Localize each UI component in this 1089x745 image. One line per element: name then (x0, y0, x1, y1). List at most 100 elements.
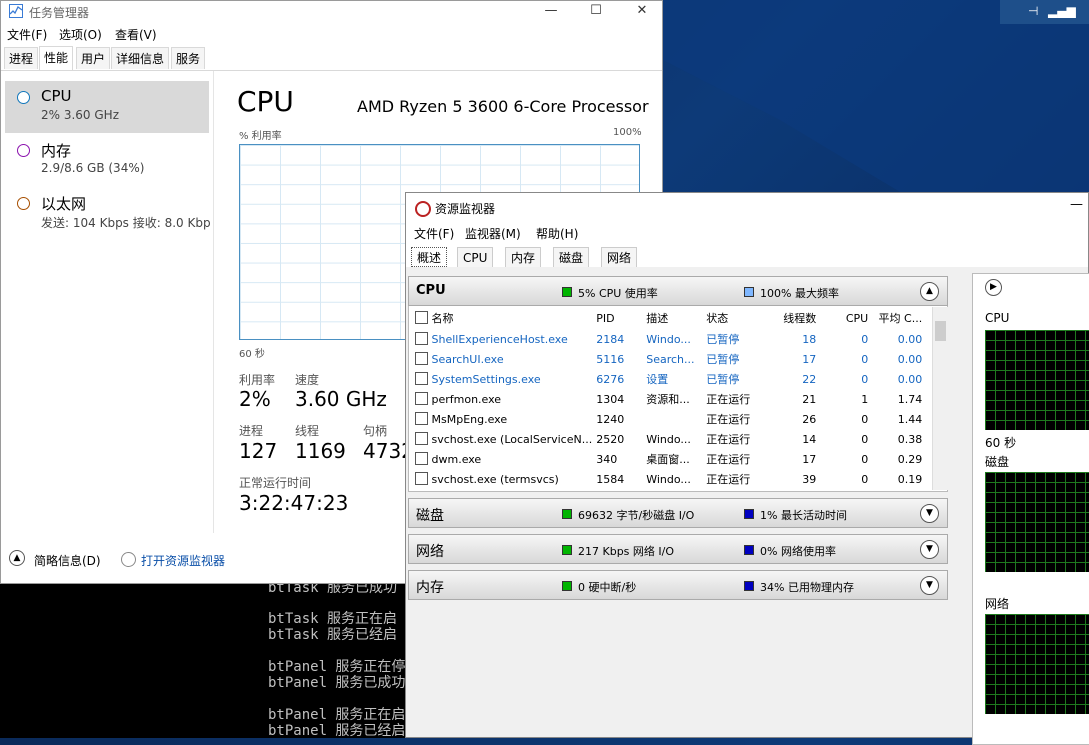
table-row[interactable]: SearchUI.exe 5116 Search... 已暂停 17 0 0.00 (413, 349, 924, 369)
resource-memory[interactable]: 内存 2.9/8.6 GB (34%) (5, 134, 209, 186)
row-checkbox[interactable] (415, 432, 428, 445)
menu-view[interactable]: 查看(V) (115, 26, 157, 43)
table-row[interactable]: svchost.exe (termsvcs) 1584 Windo... 正在运行 39… (413, 469, 924, 489)
cpu-section: CPU 5% CPU 使用率 100% 最大频率 ▲ 名称 PID 描述 状态 … (408, 276, 948, 492)
process-name-cell[interactable]: SearchUI.exe (413, 349, 594, 369)
cpu-section-header[interactable]: CPU 5% CPU 使用率 100% 最大频率 ▲ (408, 276, 948, 306)
open-resource-monitor-link[interactable]: 打开资源监视器 (141, 552, 225, 569)
tab-performance[interactable]: 性能 (39, 46, 74, 70)
remote-desktop-bar[interactable]: ⊣ ▂▄▆ (1000, 0, 1089, 24)
mem-usage-text: 34% 已用物理内存 (760, 581, 854, 594)
menu-bar: 文件(F) 选项(O) 查看(V) (1, 23, 662, 43)
row-checkbox[interactable] (415, 332, 428, 345)
select-all-checkbox[interactable] (415, 311, 428, 324)
process-label: 进程 (239, 424, 264, 438)
threads-cell: 39 (802, 472, 817, 486)
avg-cpu-cell: 1.44 (897, 412, 923, 426)
process-name-cell[interactable]: SystemSettings.exe (413, 369, 594, 389)
status-cell: 正在运行 (706, 393, 751, 406)
menu-help[interactable]: 帮助(H) (536, 225, 578, 242)
uptime-label: 正常运行时间 (239, 476, 312, 490)
pid-cell: 2184 (596, 332, 625, 346)
table-row[interactable]: dwm.exe 340 桌面窗... 正在运行 17 0 0.29 (413, 449, 924, 469)
uptime-value: 3:22:47:23 (239, 491, 349, 515)
row-checkbox[interactable] (415, 352, 428, 365)
column-avg-cpu[interactable]: 平均 C... (870, 307, 924, 329)
memory-section-header[interactable]: 内存 0 硬中断/秒 34% 已用物理内存 ▼ (408, 570, 948, 600)
maximize-button[interactable]: ☐ (573, 1, 619, 23)
process-name-cell[interactable]: svchost.exe (LocalServiceN... (413, 429, 594, 449)
tab-memory[interactable]: 内存 (505, 247, 542, 267)
task-manager-icon (9, 4, 23, 18)
console-line: btPanel 服务正在停 (268, 659, 406, 675)
tab-cpu[interactable]: CPU (457, 247, 494, 267)
pin-icon[interactable]: ⊣ (1028, 4, 1038, 18)
process-name-cell[interactable]: MsMpEng.exe (413, 409, 594, 429)
column-status[interactable]: 状态 (704, 307, 766, 329)
minimize-button[interactable]: — (1070, 197, 1083, 212)
title-bar[interactable]: 资源监视器 — (406, 193, 1088, 221)
table-row[interactable]: ShellExperienceHost.exe 2184 Windo... 已暂停 18… (413, 329, 924, 349)
tab-processes[interactable]: 进程 (4, 47, 39, 69)
resource-cpu[interactable]: CPU 2% 3.60 GHz (5, 81, 209, 133)
column-cpu[interactable]: CPU (818, 307, 870, 329)
disk-active-text: 1% 最长活动时间 (760, 509, 847, 522)
tab-details[interactable]: 详细信息 (111, 47, 170, 69)
process-name-cell[interactable]: dwm.exe (413, 449, 594, 469)
column-pid[interactable]: PID (594, 307, 644, 329)
minimize-button[interactable]: — (528, 1, 574, 23)
menu-file[interactable]: 文件(F) (414, 225, 454, 242)
row-checkbox[interactable] (415, 392, 428, 405)
column-name[interactable]: 名称 (413, 307, 594, 329)
menu-monitor[interactable]: 监视器(M) (465, 225, 521, 242)
process-name-cell[interactable]: ShellExperienceHost.exe (413, 329, 594, 349)
row-checkbox[interactable] (415, 372, 428, 385)
scrollbar-thumb[interactable] (935, 321, 946, 341)
row-checkbox[interactable] (415, 472, 428, 485)
tab-overview[interactable]: 概述 (411, 247, 448, 267)
process-table: 名称 PID 描述 状态 线程数 CPU 平均 C... ShellExperi… (413, 307, 924, 489)
vertical-scrollbar[interactable] (932, 307, 948, 490)
process-name-cell[interactable]: svchost.exe (termsvcs) (413, 469, 594, 489)
table-row[interactable]: perfmon.exe 1304 资源和... 正在运行 21 1 1.74 (413, 389, 924, 409)
menu-options[interactable]: 选项(O) (59, 26, 102, 43)
tab-services[interactable]: 服务 (171, 47, 206, 69)
table-row[interactable]: svchost.exe (LocalServiceN... 2520 Windo..… (413, 429, 924, 449)
cpu-cell: 0 (861, 452, 869, 466)
chevron-up-icon[interactable]: ▲ (920, 282, 939, 301)
pid-cell: 1240 (596, 412, 625, 426)
table-row[interactable]: SystemSettings.exe 6276 设置 已暂停 22 0 0.00 (413, 369, 924, 389)
pid-cell: 340 (596, 452, 618, 466)
pid-cell: 2520 (596, 432, 625, 446)
brief-info-button[interactable]: 简略信息(D) (34, 552, 101, 569)
menu-file[interactable]: 文件(F) (7, 26, 47, 43)
cpu-usage-text: 5% CPU 使用率 (578, 287, 658, 300)
column-desc[interactable]: 描述 (644, 307, 704, 329)
close-button[interactable]: ✕ (619, 1, 665, 23)
tab-users[interactable]: 用户 (76, 47, 111, 69)
resource-ethernet[interactable]: 以太网 发送: 104 Kbps 接收: 8.0 Kbp (5, 187, 211, 239)
console-line: btPanel 服务正在启 (268, 707, 406, 723)
row-checkbox[interactable] (415, 452, 428, 465)
chevron-up-icon[interactable]: ▲ (9, 550, 25, 566)
table-row[interactable]: MsMpEng.exe 1240 正在运行 26 0 1.44 (413, 409, 924, 429)
network-section-header[interactable]: 网络 217 Kbps 网络 I/O 0% 网络使用率 ▼ (408, 534, 948, 564)
row-checkbox[interactable] (415, 412, 428, 425)
tab-bar: 进程 性能 用户 详细信息 服务 (1, 46, 662, 71)
resource-monitor-window: 资源监视器 — 文件(F) 监视器(M) 帮助(H) 概述 CPU 内存 磁盘 … (405, 192, 1089, 745)
util-value: 2% (239, 387, 271, 411)
chevron-down-icon[interactable]: ▼ (920, 576, 939, 595)
chevron-down-icon[interactable]: ▼ (920, 504, 939, 523)
pid-cell: 1304 (596, 392, 625, 406)
title-bar[interactable]: 任务管理器 — ☐ ✕ (1, 1, 662, 23)
desc-cell: Windo... (646, 472, 691, 486)
chevron-right-icon[interactable]: ▶ (985, 279, 1002, 296)
tab-network[interactable]: 网络 (601, 247, 638, 267)
tab-disk[interactable]: 磁盘 (553, 247, 590, 267)
pid-cell: 5116 (596, 352, 625, 366)
column-threads[interactable]: 线程数 (766, 307, 818, 329)
console-line: btPanel 服务已成功 (268, 675, 406, 691)
process-name-cell[interactable]: perfmon.exe (413, 389, 594, 409)
disk-section-header[interactable]: 磁盘 69632 字节/秒磁盘 I/O 1% 最长活动时间 ▼ (408, 498, 948, 528)
chevron-down-icon[interactable]: ▼ (920, 540, 939, 559)
